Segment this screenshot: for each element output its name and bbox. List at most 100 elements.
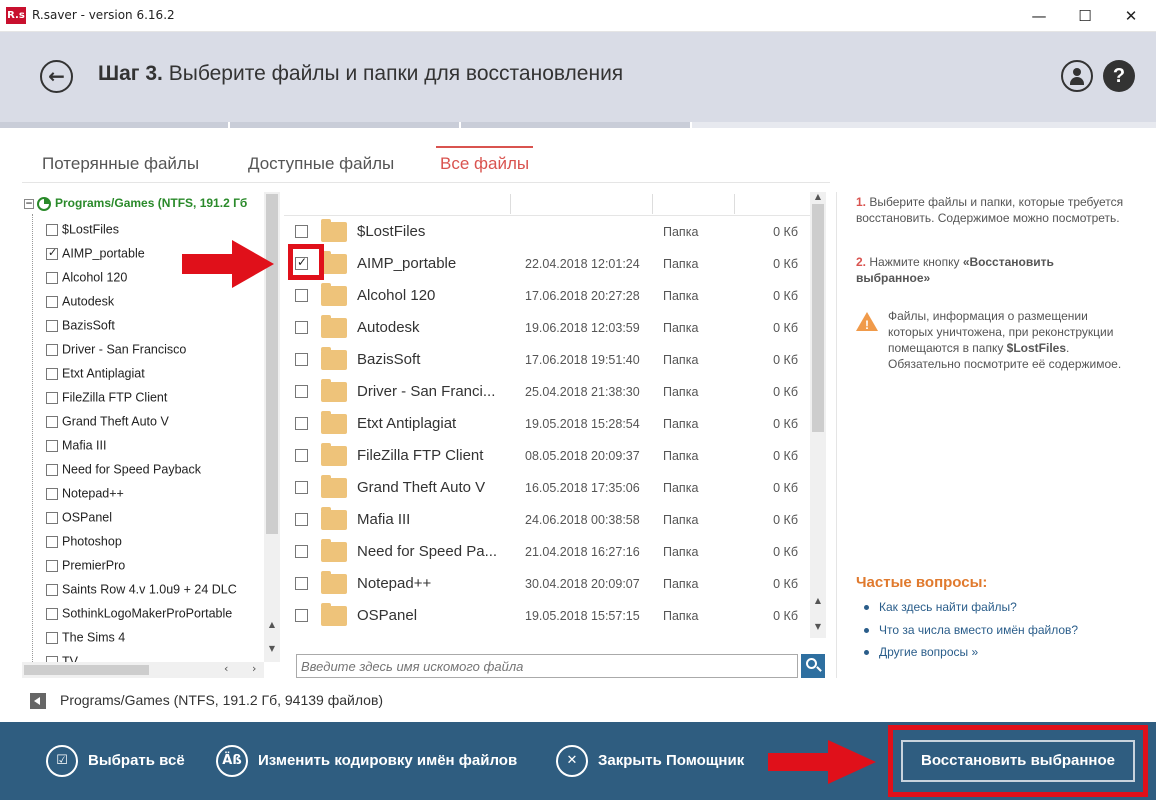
close-window-button[interactable]: ✕ bbox=[1108, 0, 1154, 32]
file-list-scrollbar[interactable]: ▲ ▲ ▼ bbox=[810, 192, 826, 638]
checkbox[interactable] bbox=[295, 321, 308, 334]
tree-item[interactable]: Grand Theft Auto V bbox=[46, 414, 169, 434]
tree-item[interactable]: SothinkLogoMakerProPortable bbox=[46, 606, 232, 626]
search-input[interactable] bbox=[296, 654, 798, 678]
tree-item-label: OSPanel bbox=[62, 510, 113, 525]
checkbox[interactable] bbox=[46, 415, 58, 428]
tree-item[interactable]: AIMP_portable bbox=[46, 246, 145, 266]
checkbox[interactable] bbox=[46, 535, 58, 548]
checkbox[interactable] bbox=[46, 295, 58, 308]
tree-item[interactable]: PremierPro bbox=[46, 558, 125, 578]
faq-link-label[interactable]: Что за числа вместо имён файлов? bbox=[879, 623, 1078, 637]
faq-link[interactable]: Другие вопросы » bbox=[864, 645, 978, 659]
checkbox[interactable] bbox=[295, 577, 308, 590]
file-row[interactable]: Notepad++ 30.04.2018 20:09:07 Папка 0 Кб bbox=[284, 568, 810, 600]
checkbox[interactable] bbox=[46, 271, 58, 284]
scroll-up-icon[interactable]: ▲ bbox=[810, 192, 826, 201]
faq-link[interactable]: Что за числа вместо имён файлов? bbox=[864, 623, 1078, 637]
file-type: Папка bbox=[663, 289, 699, 303]
tree-item[interactable]: $LostFiles bbox=[46, 222, 119, 242]
checkbox[interactable] bbox=[46, 631, 58, 644]
checkbox[interactable] bbox=[295, 481, 308, 494]
checkbox[interactable] bbox=[295, 353, 308, 366]
tree-item[interactable]: Need for Speed Payback bbox=[46, 462, 201, 482]
file-row[interactable]: Grand Theft Auto V 16.05.2018 17:35:06 Пап… bbox=[284, 472, 810, 504]
tree-horizontal-scrollbar[interactable]: ‹ › bbox=[22, 662, 264, 678]
tab-all-files[interactable]: Все файлы bbox=[436, 146, 534, 176]
checkbox[interactable] bbox=[46, 583, 58, 596]
search-button[interactable] bbox=[801, 654, 825, 678]
tree-item[interactable]: Notepad++ bbox=[46, 486, 124, 506]
file-row[interactable]: Alcohol 120 17.06.2018 20:27:28 Папка 0 Кб bbox=[284, 280, 810, 312]
tree-item[interactable]: Alcohol 120 bbox=[46, 270, 127, 290]
checkbox[interactable] bbox=[46, 487, 58, 500]
checkbox[interactable] bbox=[295, 417, 308, 430]
scroll-right-icon[interactable]: › bbox=[252, 662, 256, 675]
scroll-left-icon[interactable]: ‹ bbox=[224, 662, 228, 675]
scroll-down-icon[interactable]: ▼ bbox=[810, 622, 826, 631]
faq-link-label[interactable]: Другие вопросы » bbox=[879, 645, 978, 659]
tree-root[interactable]: − Programs/Games (NTFS, 191.2 Гб bbox=[24, 196, 247, 214]
tree-item[interactable]: BazisSoft bbox=[46, 318, 115, 338]
back-button[interactable]: ← bbox=[40, 60, 73, 93]
checkbox[interactable] bbox=[295, 225, 308, 238]
checkbox[interactable] bbox=[295, 385, 308, 398]
checkbox[interactable] bbox=[46, 343, 58, 356]
file-row[interactable]: AIMP_portable 22.04.2018 12:01:24 Папка 0 К… bbox=[284, 248, 810, 280]
tree-item[interactable]: TV bbox=[46, 654, 78, 662]
file-type: Папка bbox=[663, 449, 699, 463]
file-row[interactable]: Mafia III 24.06.2018 00:38:58 Папка 0 Кб bbox=[284, 504, 810, 536]
encoding-icon: Äß bbox=[216, 745, 248, 777]
faq-link[interactable]: Как здесь найти файлы? bbox=[864, 600, 1017, 614]
checkbox[interactable] bbox=[295, 513, 308, 526]
scrollbar-thumb[interactable] bbox=[24, 665, 149, 675]
checkbox[interactable] bbox=[46, 391, 58, 404]
file-row[interactable]: $LostFiles Папка 0 Кб bbox=[284, 216, 810, 248]
file-row[interactable]: Autodesk 19.06.2018 12:03:59 Папка 0 Кб bbox=[284, 312, 810, 344]
tree-item[interactable]: Photoshop bbox=[46, 534, 122, 554]
checkbox[interactable] bbox=[46, 439, 58, 452]
tree-item[interactable]: Saints Row 4.v 1.0u9 + 24 DLC bbox=[46, 582, 237, 602]
file-row[interactable]: Need for Speed Pa... 21.04.2018 16:27:16 П… bbox=[284, 536, 810, 568]
tree-item[interactable]: Etxt Antiplagiat bbox=[46, 366, 145, 386]
warning-mark: ! bbox=[865, 318, 869, 332]
checkbox[interactable] bbox=[46, 463, 58, 476]
collapse-icon[interactable]: − bbox=[24, 198, 34, 209]
file-row[interactable]: FileZilla FTP Client 08.05.2018 20:09:37 П… bbox=[284, 440, 810, 472]
help-icon[interactable]: ? bbox=[1103, 60, 1135, 92]
user-icon[interactable] bbox=[1061, 60, 1093, 92]
folder-icon bbox=[321, 475, 347, 498]
file-row[interactable]: Etxt Antiplagiat 19.05.2018 15:28:54 Папка… bbox=[284, 408, 810, 440]
scroll-up-icon[interactable]: ▲ bbox=[810, 596, 826, 605]
tree-item[interactable]: Driver - San Francisco bbox=[46, 342, 186, 362]
checkbox[interactable] bbox=[46, 511, 58, 524]
checkbox[interactable] bbox=[46, 246, 58, 260]
minimize-button[interactable]: — bbox=[1016, 0, 1062, 32]
faq-link-label[interactable]: Как здесь найти файлы? bbox=[879, 600, 1017, 614]
tree-item[interactable]: FileZilla FTP Client bbox=[46, 390, 167, 410]
scroll-up-icon[interactable]: ▲ bbox=[264, 620, 280, 629]
file-row[interactable]: OSPanel 19.05.2018 15:57:15 Папка 0 Кб bbox=[284, 600, 810, 632]
checkbox[interactable] bbox=[46, 319, 58, 332]
checkbox[interactable] bbox=[46, 607, 58, 620]
tab-lost-files[interactable]: Потерянные файлы bbox=[38, 148, 203, 178]
annotation-arrow-icon bbox=[182, 240, 274, 288]
file-row[interactable]: Driver - San Franci... 25.04.2018 21:38:3… bbox=[284, 376, 810, 408]
checkbox[interactable] bbox=[46, 559, 58, 572]
tab-available-files[interactable]: Доступные файлы bbox=[244, 148, 398, 178]
checkbox[interactable] bbox=[295, 449, 308, 462]
tree-item[interactable]: OSPanel bbox=[46, 510, 112, 530]
checkbox[interactable] bbox=[295, 609, 308, 622]
file-row[interactable]: BazisSoft 17.06.2018 19:51:40 Папка 0 Кб bbox=[284, 344, 810, 376]
collapse-panel-icon[interactable] bbox=[30, 693, 46, 710]
tree-item[interactable]: Mafia III bbox=[46, 438, 106, 458]
scrollbar-thumb[interactable] bbox=[812, 204, 824, 432]
tree-item[interactable]: Autodesk bbox=[46, 294, 114, 314]
maximize-button[interactable]: ☐ bbox=[1062, 0, 1108, 32]
checkbox[interactable] bbox=[46, 223, 58, 236]
checkbox[interactable] bbox=[295, 545, 308, 558]
checkbox[interactable] bbox=[295, 289, 308, 302]
tree-item[interactable]: The Sims 4 bbox=[46, 630, 125, 650]
checkbox[interactable] bbox=[46, 367, 58, 380]
scroll-down-icon[interactable]: ▼ bbox=[264, 644, 280, 653]
